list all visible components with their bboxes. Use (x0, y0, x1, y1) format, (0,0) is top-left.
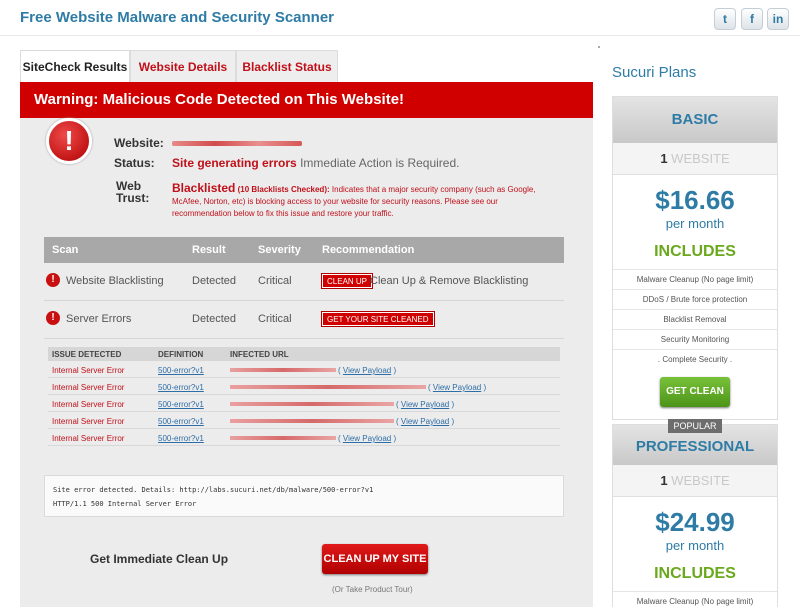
cta-label: Get Immediate Clean Up (90, 552, 229, 566)
table-row: Internal Server Error 500-error?v1 ( Vie… (48, 361, 560, 378)
plan-feature: DDoS / Brute force protection (613, 289, 777, 309)
divider-dot (598, 46, 600, 48)
tab-blacklist-status[interactable]: Blacklist Status (236, 50, 338, 82)
table-row: Internal Server Error 500-error?v1 ( Vie… (48, 378, 560, 395)
status-error-text: Site generating errors (172, 156, 297, 170)
plan-spacer (613, 407, 777, 419)
redacted-infected-url (230, 385, 426, 389)
clean-up-my-site-button[interactable]: CLEAN UP MY SITE (322, 544, 428, 574)
blacklist-count: (10 Blacklists Checked): (237, 185, 330, 194)
get-site-cleaned-button[interactable]: GET YOUR SITE CLEANED (321, 311, 435, 327)
get-clean-button[interactable]: GET CLEAN (660, 377, 730, 407)
plan-price: $24.99 (655, 507, 735, 537)
plan-price: $16.66 (655, 185, 735, 215)
issue-name: Internal Server Error (52, 400, 125, 409)
scan-name: Website Blacklisting (66, 275, 164, 287)
definition-link[interactable]: 500-error?v1 (158, 417, 204, 426)
issue-name: Internal Server Error (52, 434, 125, 443)
redacted-infected-url (230, 436, 336, 440)
view-payload-link[interactable]: ( View Payload ) (338, 366, 396, 375)
product-tour-link[interactable]: (Or Take Product Tour) (332, 585, 413, 594)
issue-name: Internal Server Error (52, 417, 125, 426)
scan-name: Server Errors (66, 313, 132, 325)
scan-recommendation: Clean Up & Remove Blacklisting (370, 275, 529, 287)
table-row: ! Website Blacklisting Detected Critical… (44, 263, 564, 301)
popular-badge: POPULAR (668, 419, 722, 433)
plan-feature: Blacklist Removal (613, 309, 777, 329)
redacted-infected-url (230, 419, 394, 423)
scan-result: Detected (192, 275, 237, 287)
twitter-icon[interactable]: t (714, 8, 736, 30)
col-result: Result (192, 244, 226, 256)
scan-severity: Critical (258, 313, 292, 325)
details-line: HTTP/1.1 500 Internal Server Error (53, 500, 197, 508)
issues-table-header: ISSUE DETECTED DEFINITION INFECTED URL (48, 347, 560, 361)
col-scan: Scan (52, 244, 79, 256)
table-row: Internal Server Error 500-error?v1 ( Vie… (48, 429, 560, 446)
linkedin-icon[interactable]: in (767, 8, 789, 30)
plan-feature: Malware Cleanup (No page limit) (613, 591, 777, 611)
web-trust-label-line2: Trust: (116, 191, 150, 205)
scan-severity: Critical (258, 275, 292, 287)
plan-period: per month (665, 538, 725, 553)
website-label: Website: (114, 136, 164, 150)
error-details-box: Site error detected. Details: http://lab… (44, 475, 564, 517)
plan-feature: Security Monitoring (613, 329, 777, 349)
tab-bar: SiteCheck Results Website Details Blackl… (20, 50, 593, 82)
web-trust-label: Web Trust: (116, 180, 149, 204)
definition-link[interactable]: 500-error?v1 (158, 400, 204, 409)
plan-feature: . Complete Security . (613, 349, 777, 369)
blacklisted-text: Blacklisted (172, 181, 236, 195)
plan-sites: 1 WEBSITE (613, 465, 777, 497)
status-label: Status: (114, 156, 155, 170)
col-issue-detected: ISSUE DETECTED (52, 350, 122, 359)
view-payload-link[interactable]: ( View Payload ) (338, 434, 396, 443)
table-row: ! Server Errors Detected Critical GET YO… (44, 301, 564, 339)
definition-link[interactable]: 500-error?v1 (158, 383, 204, 392)
definition-link[interactable]: 500-error?v1 (158, 434, 204, 443)
view-payload-link[interactable]: ( View Payload ) (428, 383, 486, 392)
scan-result: Detected (192, 313, 237, 325)
plan-professional: PROFESSIONAL 1 WEBSITE $24.99 per month … (612, 424, 778, 607)
warning-banner: Warning: Malicious Code Detected on This… (20, 82, 593, 118)
redacted-website-url (172, 141, 302, 146)
redacted-infected-url (230, 402, 394, 406)
page-title: Free Website Malware and Security Scanne… (20, 9, 335, 26)
top-bar: Free Website Malware and Security Scanne… (0, 0, 800, 36)
issue-name: Internal Server Error (52, 383, 125, 392)
tab-website-details[interactable]: Website Details (130, 50, 236, 82)
tab-sitecheck-results[interactable]: SiteCheck Results (20, 50, 130, 82)
col-severity: Severity (258, 244, 301, 256)
issue-name: Internal Server Error (52, 366, 125, 375)
col-definition: DEFINITION (158, 350, 204, 359)
web-trust-value: Blacklisted (10 Blacklists Checked): Ind… (172, 182, 552, 220)
status-value: Site generating errors Immediate Action … (172, 156, 459, 170)
view-payload-link[interactable]: ( View Payload ) (396, 400, 454, 409)
plan-basic: BASIC 1 WEBSITE $16.66 per month INCLUDE… (612, 96, 778, 420)
main-panel: SiteCheck Results Website Details Blackl… (20, 50, 593, 607)
plan-includes: INCLUDES (654, 565, 736, 582)
status-note: Immediate Action is Required. (300, 156, 460, 170)
clean-up-button[interactable]: CLEAN UP (320, 273, 374, 289)
plan-name: BASIC (613, 97, 777, 143)
redacted-infected-url (230, 368, 336, 372)
plan-includes: INCLUDES (654, 243, 736, 260)
alert-icon: ! (46, 273, 60, 287)
col-infected-url: INFECTED URL (230, 350, 289, 359)
details-line: Site error detected. Details: http://lab… (53, 486, 374, 494)
plan-sites: 1 WEBSITE (613, 143, 777, 175)
definition-link[interactable]: 500-error?v1 (158, 366, 204, 375)
alert-icon: ! (46, 118, 92, 164)
plan-feature: Malware Cleanup (No page limit) (613, 269, 777, 289)
table-row: Internal Server Error 500-error?v1 ( Vie… (48, 395, 560, 412)
alert-icon: ! (46, 311, 60, 325)
col-recommendation: Recommendation (322, 244, 415, 256)
table-row: Internal Server Error 500-error?v1 ( Vie… (48, 412, 560, 429)
view-payload-link[interactable]: ( View Payload ) (396, 417, 454, 426)
facebook-icon[interactable]: f (741, 8, 763, 30)
plan-period: per month (665, 216, 725, 231)
sidebar-title: Sucuri Plans (612, 64, 697, 81)
scan-table-header: Scan Result Severity Recommendation (44, 237, 564, 263)
